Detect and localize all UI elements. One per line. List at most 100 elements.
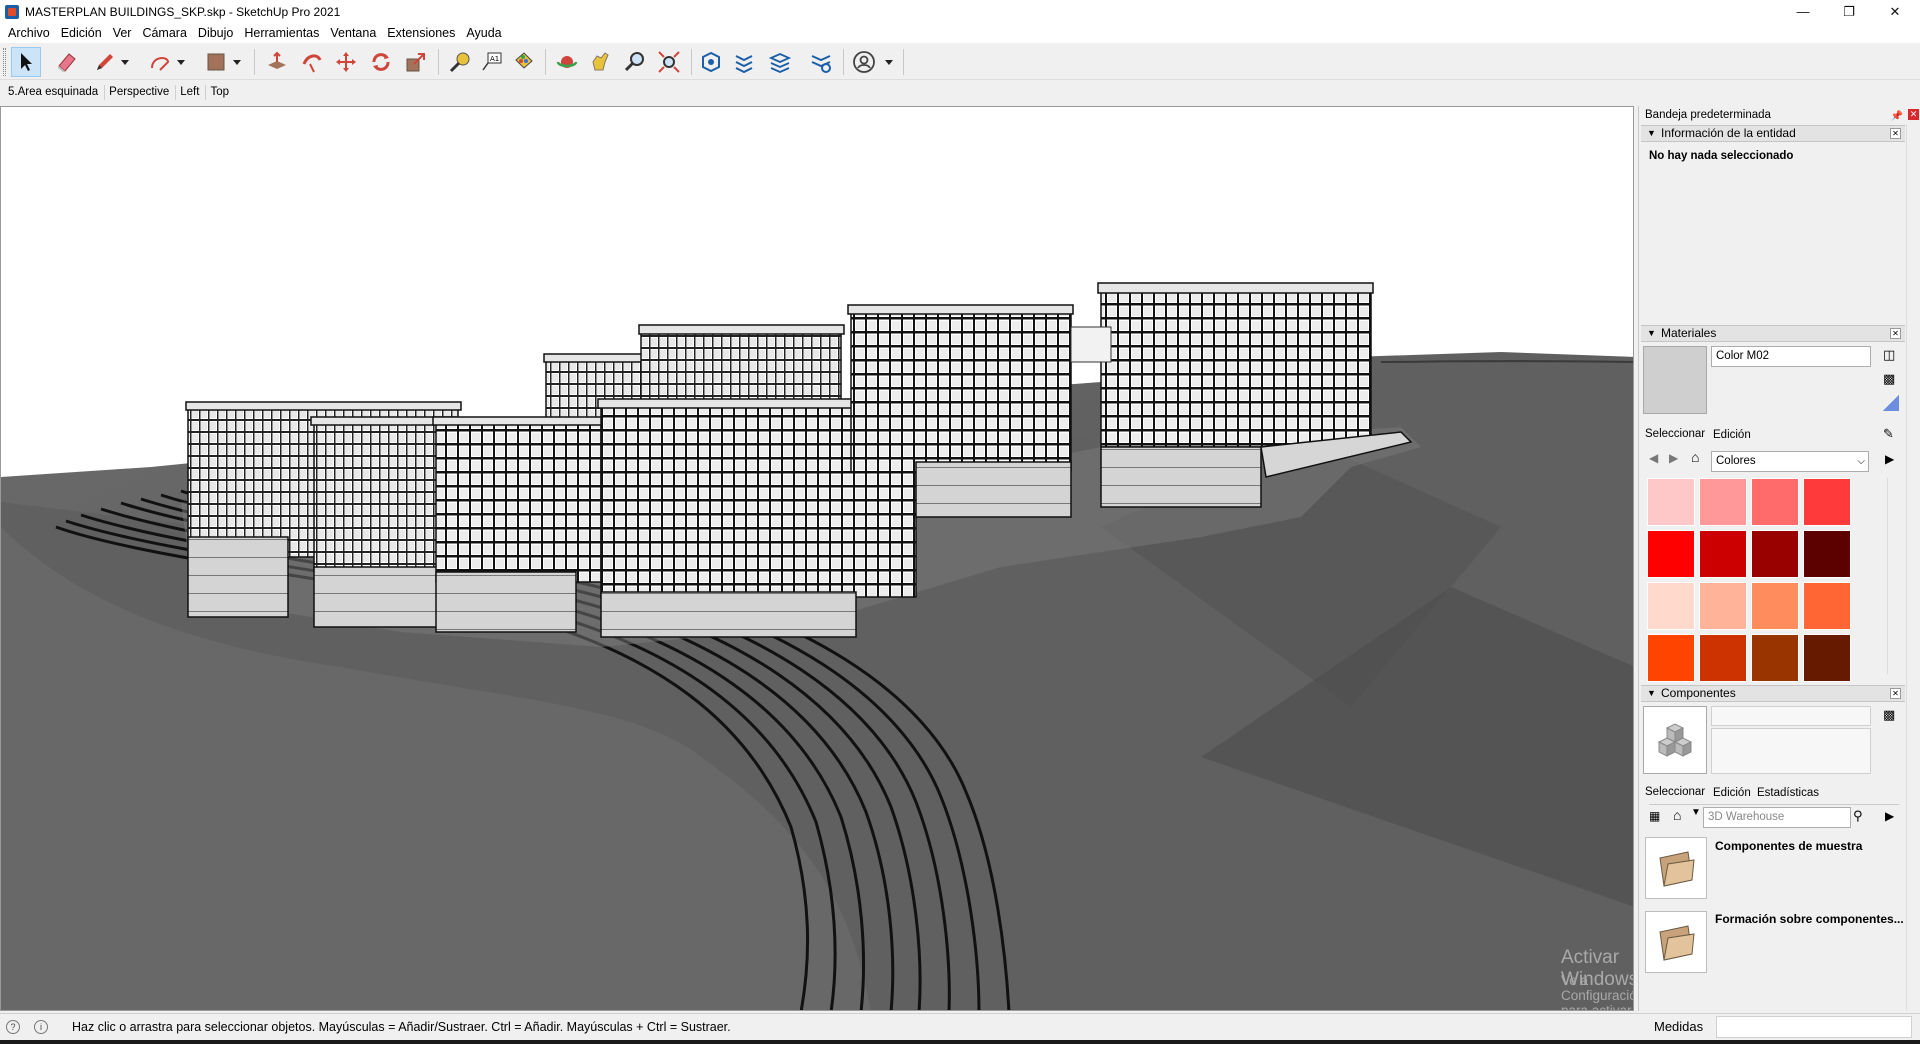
eraser-tool-button[interactable] — [52, 47, 82, 77]
components-header[interactable]: ▼ Componentes ✕ — [1641, 685, 1905, 702]
home-icon[interactable]: ⌂ — [1673, 807, 1681, 823]
entity-info-header[interactable]: ▼ Información de la entidad ✕ — [1641, 125, 1905, 142]
select-tool-button[interactable] — [11, 47, 41, 77]
tray-scrollbar[interactable] — [1906, 124, 1920, 1011]
color-swatch[interactable] — [1647, 530, 1695, 578]
color-swatch[interactable] — [1699, 478, 1747, 526]
swatches-scrollbar[interactable] — [1887, 478, 1901, 674]
color-swatch[interactable] — [1751, 582, 1799, 630]
push-pull-tool-button[interactable] — [262, 47, 292, 77]
materials-library-select[interactable]: Colores ⌵ — [1711, 451, 1869, 472]
color-swatch[interactable] — [1751, 634, 1799, 682]
panel-close-icon[interactable]: ✕ — [1890, 328, 1901, 339]
color-swatch[interactable] — [1803, 582, 1851, 630]
account-dropdown[interactable] — [882, 47, 896, 77]
layout-send-button[interactable] — [765, 47, 795, 77]
menu-ventana[interactable]: Ventana — [326, 26, 383, 40]
search-icon[interactable]: ⚲ — [1853, 808, 1863, 824]
minimize-button[interactable]: — — [1780, 0, 1826, 23]
component-training-thumbnail[interactable] — [1645, 911, 1707, 973]
color-swatch[interactable] — [1699, 582, 1747, 630]
component-sample-thumbnail[interactable] — [1645, 837, 1707, 899]
follow-me-tool-button[interactable] — [297, 47, 327, 77]
arc-dropdown[interactable] — [174, 47, 188, 77]
restore-button[interactable]: ❐ — [1826, 0, 1872, 23]
menu-ver[interactable]: Ver — [109, 26, 139, 40]
components-tab-select[interactable]: Seleccionar — [1645, 786, 1705, 798]
back-arrow-icon[interactable]: ◀ — [1649, 451, 1658, 465]
pencil-tool-button[interactable] — [90, 47, 120, 77]
toolbar-grip[interactable] — [3, 48, 6, 76]
materials-tab-select[interactable]: Seleccionar — [1645, 428, 1705, 440]
rectangle-tool-button[interactable] — [201, 47, 231, 77]
materials-tab-edit[interactable]: Edición — [1713, 429, 1751, 441]
components-tab-edit[interactable]: Edición — [1713, 787, 1751, 799]
color-swatch[interactable] — [1699, 634, 1747, 682]
components-tab-stats[interactable]: Estadísticas — [1757, 787, 1819, 799]
zoom-extents-tool-button[interactable] — [654, 47, 684, 77]
color-swatch[interactable] — [1647, 582, 1695, 630]
tape-measure-tool-button[interactable] — [445, 47, 475, 77]
color-swatch[interactable] — [1647, 634, 1695, 682]
account-button[interactable] — [849, 47, 879, 77]
info-icon[interactable]: i — [34, 1020, 48, 1034]
forward-arrow-icon[interactable]: ▶ — [1669, 451, 1678, 465]
pencil-dropdown[interactable] — [118, 47, 132, 77]
color-swatch[interactable] — [1699, 530, 1747, 578]
view-options-icon[interactable]: ▦ — [1649, 809, 1660, 823]
scene-tab-top[interactable]: Top — [206, 85, 235, 100]
3d-warehouse-button[interactable] — [696, 47, 726, 77]
color-swatch[interactable] — [1803, 478, 1851, 526]
pan-tool-button[interactable] — [586, 47, 616, 77]
scene-tab-perspective[interactable]: Perspective — [105, 85, 177, 100]
arc-tool-button[interactable] — [145, 47, 175, 77]
menu-camara[interactable]: Cámara — [138, 26, 193, 40]
component-bucket-icon[interactable]: ▩ — [1883, 707, 1895, 723]
panel-close-icon[interactable]: ✕ — [1890, 688, 1901, 699]
color-swatch[interactable] — [1803, 530, 1851, 578]
3d-viewport[interactable]: Activar Windows Ve a Configuración para … — [0, 106, 1634, 1011]
geo-location-icon[interactable]: ? — [6, 1020, 20, 1034]
menu-herramientas[interactable]: Herramientas — [240, 26, 326, 40]
menu-ayuda[interactable]: Ayuda — [462, 26, 508, 40]
chevron-down-icon[interactable]: ▼ — [1691, 807, 1701, 818]
material-name-field[interactable]: Color M02 — [1711, 346, 1871, 367]
measurements-input[interactable] — [1716, 1016, 1912, 1038]
eyedropper-icon[interactable]: ✎ — [1883, 426, 1894, 442]
menu-extensiones[interactable]: Extensiones — [383, 26, 462, 40]
close-button[interactable]: ✕ — [1872, 0, 1918, 23]
paint-bucket-tool-button[interactable] — [508, 47, 538, 77]
materials-header[interactable]: ▼ Materiales ✕ — [1641, 325, 1905, 342]
details-arrow-icon[interactable]: ▶ — [1885, 809, 1894, 823]
scale-tool-button[interactable] — [401, 47, 431, 77]
color-swatch[interactable] — [1803, 634, 1851, 682]
menu-dibujo[interactable]: Dibujo — [194, 26, 240, 40]
orbit-tool-button[interactable] — [552, 47, 582, 77]
extension-warehouse-button[interactable] — [729, 47, 759, 77]
default-material-icon[interactable] — [1883, 395, 1899, 411]
pin-icon[interactable]: 📌 — [1891, 108, 1903, 126]
tray-close-button[interactable]: ✕ — [1908, 109, 1919, 120]
home-icon[interactable]: ⌂ — [1691, 449, 1699, 465]
color-swatch[interactable] — [1751, 530, 1799, 578]
menu-archivo[interactable]: Archivo — [4, 26, 57, 40]
scene-tab-area-esquinada[interactable]: 5.Area esquinada — [4, 85, 106, 100]
extension-manager-button[interactable] — [806, 47, 836, 77]
component-description-field[interactable] — [1711, 728, 1871, 774]
material-bucket-icon[interactable]: ▩ — [1883, 371, 1895, 387]
move-tool-button[interactable] — [331, 47, 361, 77]
zoom-tool-button[interactable] — [620, 47, 650, 77]
component-item-title[interactable]: Formación sobre componentes... — [1715, 912, 1904, 926]
component-name-field[interactable] — [1711, 706, 1871, 726]
color-swatch[interactable] — [1647, 478, 1695, 526]
rotate-tool-button[interactable] — [366, 47, 396, 77]
details-arrow-icon[interactable]: ▶ — [1885, 452, 1894, 466]
panel-close-icon[interactable]: ✕ — [1890, 128, 1901, 139]
menu-edicion[interactable]: Edición — [57, 26, 109, 40]
component-search-input[interactable]: 3D Warehouse — [1703, 807, 1851, 828]
create-material-icon[interactable]: ◫ — [1883, 347, 1895, 363]
text-tool-button[interactable]: A1 — [477, 47, 507, 77]
scene-tab-left[interactable]: Left — [176, 85, 207, 100]
color-swatch[interactable] — [1751, 478, 1799, 526]
component-item-title[interactable]: Componentes de muestra — [1715, 839, 1862, 853]
